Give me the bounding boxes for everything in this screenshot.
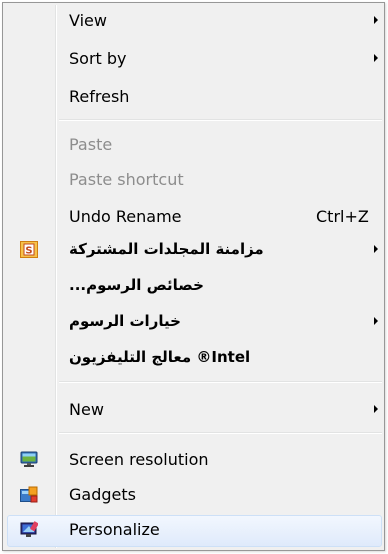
menu-separator [59, 119, 382, 121]
menu-item-label: مزامنة المجلدات المشتركة [69, 240, 264, 258]
menu-item-label: Paste shortcut [69, 170, 184, 189]
menu-item-label: Paste [69, 135, 113, 154]
menu-item-refresh[interactable]: Refresh [5, 80, 382, 114]
menu-item-gadgets[interactable]: Gadgets [5, 478, 382, 512]
menu-item-paste: Paste [5, 128, 382, 162]
submenu-arrow-icon [374, 16, 378, 24]
menu-item-view[interactable]: View [5, 4, 382, 38]
menu-item-new[interactable]: New [5, 393, 382, 427]
menu-item-label: New [69, 400, 104, 419]
menu-item-label: Intel® معالج التليفزيون [69, 348, 251, 366]
menu-item-label: Refresh [69, 87, 130, 106]
menu-item-label: خيارات الرسوم [69, 312, 181, 330]
menu-item-graphics-options[interactable]: خيارات الرسوم [5, 305, 382, 339]
menu-item-graphics-properties[interactable]: خصائص الرسوم... [5, 269, 382, 303]
submenu-arrow-icon [374, 405, 378, 413]
menu-item-label: Screen resolution [69, 450, 209, 469]
menu-item-label: Personalize [69, 520, 160, 539]
shortcut-text: Ctrl+Z [316, 207, 369, 226]
submenu-arrow-icon [374, 54, 378, 62]
menu-item-label: Undo Rename [69, 207, 182, 226]
menu-item-undo-rename[interactable]: Undo Rename Ctrl+Z [5, 200, 382, 234]
menu-item-paste-shortcut: Paste shortcut [5, 163, 382, 197]
menu-item-personalize[interactable]: Personalize [5, 513, 382, 547]
menu-item-intel-tv-wizard[interactable]: Intel® معالج التليفزيون [5, 341, 382, 375]
menu-item-shared-folders-sync[interactable]: S مزامنة المجلدات المشتركة [5, 233, 382, 267]
menu-item-label: خصائص الرسوم... [69, 276, 204, 294]
menu-item-sort-by[interactable]: Sort by [5, 42, 382, 76]
gadgets-icon [20, 486, 38, 503]
desktop-context-menu: View Sort by Refresh Paste Paste shortcu… [2, 2, 385, 551]
submenu-arrow-icon [374, 245, 378, 253]
menu-item-screen-resolution[interactable]: Screen resolution [5, 443, 382, 477]
menu-item-label: View [69, 11, 107, 30]
svg-text:S: S [25, 246, 32, 257]
shared-folders-sync-icon: S [20, 241, 38, 258]
personalize-icon [20, 521, 39, 538]
submenu-arrow-icon [374, 317, 378, 325]
menu-separator [59, 381, 382, 383]
menu-item-label: Gadgets [69, 485, 136, 504]
menu-item-label: Sort by [69, 49, 127, 68]
screen-resolution-icon [20, 451, 38, 468]
menu-separator [59, 432, 382, 434]
